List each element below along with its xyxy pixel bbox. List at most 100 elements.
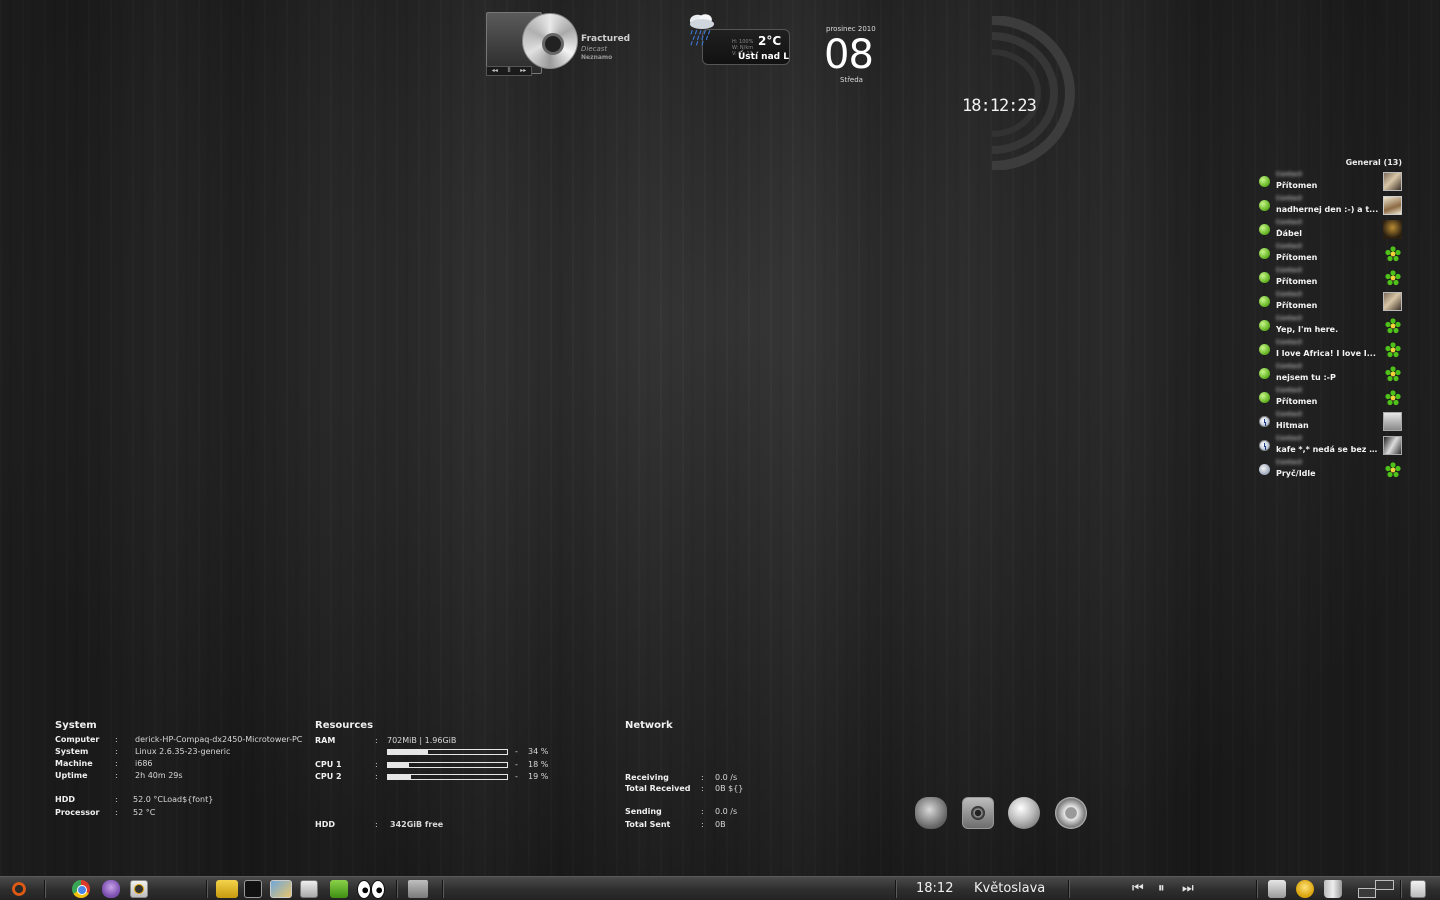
- status-away-icon: [1259, 440, 1270, 451]
- buddy-group-header[interactable]: General (13): [1256, 158, 1404, 170]
- sending-label: Sending: [625, 807, 662, 816]
- buddy-list-item[interactable]: Contact Ďábel: [1256, 218, 1404, 242]
- total-received-label: Total Received: [625, 784, 691, 793]
- buddy-status-message: Hitman: [1276, 421, 1309, 430]
- show-desktop-icon[interactable]: [1410, 880, 1426, 898]
- folder-launcher-icon[interactable]: [408, 880, 428, 898]
- pidgin-launcher-icon[interactable]: [102, 880, 120, 898]
- icq-flower-icon: [1383, 460, 1402, 479]
- cpu2-usage-bar: [387, 774, 508, 780]
- eyes-launcher-icon[interactable]: [357, 880, 385, 899]
- speaker-dock-icon[interactable]: [962, 797, 994, 829]
- icq-flower-icon: [1383, 268, 1402, 287]
- hdd-free-value: 342GiB free: [390, 820, 444, 829]
- buddy-avatar: [1383, 196, 1402, 215]
- taskbar-nameday: Květoslava: [974, 881, 1046, 896]
- next-track-button[interactable]: ▸▸: [520, 67, 526, 75]
- buddy-status-message: Yep, I'm here.: [1276, 325, 1339, 334]
- cpu2-label: CPU 2: [315, 772, 342, 781]
- ram-percent: 34 %: [528, 747, 549, 756]
- ubuntu-menu-icon[interactable]: [10, 880, 28, 898]
- uptime-value: 2h 40m 29s: [135, 771, 183, 780]
- media-player-launcher-icon[interactable]: [130, 880, 148, 898]
- total-sent-label: Total Sent: [625, 820, 671, 829]
- icq-flower-icon: [1383, 340, 1402, 359]
- pause-button[interactable]: ⏸: [1158, 881, 1164, 896]
- buddy-status-message: nadhernej den :-) a t...: [1276, 205, 1379, 214]
- status-online-icon: [1259, 248, 1270, 259]
- track-artist: Diecast: [581, 45, 608, 53]
- buddy-list-item[interactable]: Contact Přítomen: [1256, 170, 1404, 194]
- buddy-name: Contact: [1276, 435, 1303, 442]
- total-received-value: 0B ${}: [715, 784, 744, 793]
- tray-app-icon[interactable]: [1268, 880, 1286, 898]
- taskbar-separator: [895, 880, 896, 898]
- rain-cloud-icon: [689, 14, 715, 46]
- player-controls: ◂◂ ll ▸▸: [486, 66, 532, 76]
- play-pause-button[interactable]: ll: [507, 67, 510, 75]
- buddy-list-item[interactable]: Contact Přítomen: [1256, 290, 1404, 314]
- previous-track-button[interactable]: ◂◂: [492, 67, 498, 75]
- buddy-list-item[interactable]: Contact Yep, I'm here.: [1256, 314, 1404, 338]
- pidgin-dock-icon[interactable]: [915, 797, 947, 829]
- processor-label: Processor: [55, 808, 100, 817]
- icq-flower-icon: [1383, 244, 1402, 263]
- buddy-list-item[interactable]: Contact Přítomen: [1256, 242, 1404, 266]
- cpu1-usage-bar: [387, 762, 508, 768]
- receiving-label: Receiving: [625, 773, 669, 782]
- buddy-list-item[interactable]: Contact Pryč/Idle: [1256, 458, 1404, 482]
- chrome-launcher-icon[interactable]: [72, 880, 90, 898]
- green-app-launcher-icon[interactable]: [330, 880, 348, 898]
- buddy-list-item[interactable]: Contact nejsem tu :-P: [1256, 362, 1404, 386]
- buddy-name: Contact: [1276, 387, 1303, 394]
- ram-value: 702MiB | 1.96GiB: [387, 736, 457, 745]
- network-title: Network: [625, 720, 673, 731]
- search-launcher-icon[interactable]: [300, 880, 318, 898]
- icq-flower-icon: [1383, 364, 1402, 383]
- status-online-icon: [1259, 368, 1270, 379]
- cpu1-label: CPU 1: [315, 760, 342, 769]
- buddy-status-message: Přítomen: [1276, 181, 1318, 190]
- buddy-avatar: [1383, 412, 1402, 431]
- easytag-launcher-icon[interactable]: [216, 880, 238, 898]
- buddy-status-message: Přítomen: [1276, 253, 1318, 262]
- uptime-label: Uptime: [55, 771, 88, 780]
- tray-notification-icon[interactable]: [1296, 880, 1314, 898]
- buddy-list-item[interactable]: Contact Hitman: [1256, 410, 1404, 434]
- machine-label: Machine: [55, 759, 93, 768]
- sending-value: 0.0 /s: [715, 807, 738, 816]
- taskbar: 18:12 Květoslava ⏮ ⏸ ⏭: [0, 876, 1440, 900]
- workspace-switcher[interactable]: [1358, 880, 1394, 898]
- workspace-2[interactable]: [1375, 880, 1394, 890]
- chrome-dock-icon[interactable]: [1055, 797, 1087, 829]
- buddy-list-item[interactable]: Contact I love Africa! I love I...: [1256, 338, 1404, 362]
- buddy-status-message: nejsem tu :-P: [1276, 373, 1336, 382]
- taskbar-separator: [1400, 880, 1401, 898]
- taskbar-separator: [1068, 880, 1069, 898]
- cpu2-percent: 19 %: [528, 772, 549, 781]
- buddy-list-item[interactable]: Contact Přítomen: [1256, 266, 1404, 290]
- buddy-list-item[interactable]: Contact Přítomen: [1256, 386, 1404, 410]
- next-track-button[interactable]: ⏭: [1182, 881, 1194, 896]
- previous-track-button[interactable]: ⏮: [1132, 881, 1144, 896]
- track-album: Neznamo: [581, 54, 613, 61]
- cpu1-percent: 18 %: [528, 760, 549, 769]
- status-online-icon: [1259, 296, 1270, 307]
- weather-city: Ústí nad L: [738, 52, 789, 62]
- hdd-temp-label: HDD: [55, 795, 75, 804]
- terminal-launcher-icon[interactable]: [244, 880, 262, 898]
- computer-value: derick-HP-Compaq-dx2450-Microtower-PC: [135, 735, 303, 744]
- buddy-list-item[interactable]: Contact kafe *,* nedá se bez něj...: [1256, 434, 1404, 458]
- image-viewer-launcher-icon[interactable]: [270, 880, 292, 898]
- ball-dock-icon[interactable]: [1008, 797, 1040, 829]
- status-online-icon: [1259, 392, 1270, 403]
- taskbar-separator: [206, 880, 207, 898]
- buddy-status-message: Pryč/Idle: [1276, 469, 1316, 478]
- media-player-widget: ◂◂ ll ▸▸ Fractured Diecast Neznamo: [486, 10, 646, 78]
- trash-icon[interactable]: [1324, 880, 1342, 898]
- buddy-list-item[interactable]: Contact nadhernej den :-) a t...: [1256, 194, 1404, 218]
- buddy-name: Contact: [1276, 339, 1303, 346]
- workspace-1[interactable]: [1358, 888, 1376, 898]
- buddy-status-message: Ďábel: [1276, 229, 1302, 238]
- taskbar-clock[interactable]: 18:12: [916, 881, 953, 896]
